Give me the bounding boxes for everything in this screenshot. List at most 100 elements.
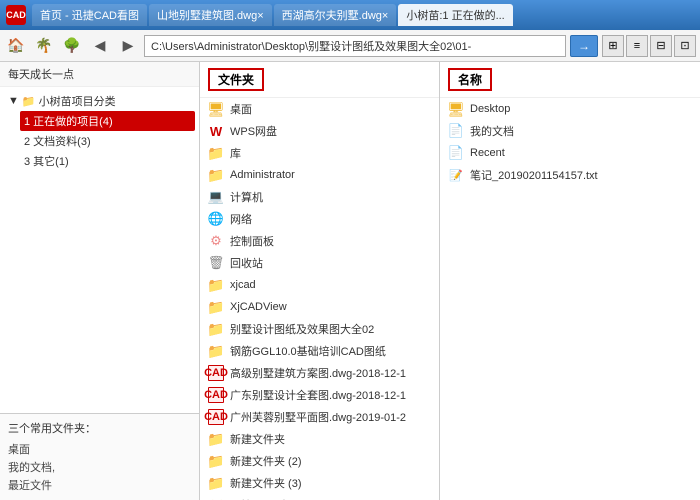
file-item-2[interactable]: 📁 库 — [200, 142, 439, 164]
file-item-12-label: 高级别墅建筑方案图.dwg-2018-12-1 — [230, 365, 406, 381]
tab-dwg2[interactable]: 西湖高尔夫别墅.dwg× — [274, 4, 397, 26]
name-item-3-label: 笔记_20190201154157.txt — [470, 167, 598, 183]
folder-icon: 🖥 — [208, 101, 224, 117]
tree-item-0[interactable]: 1 正在做的项目(4) — [20, 111, 195, 131]
cad-icon-13: CAD — [208, 387, 224, 403]
tree-root: ▼ 📁 小树苗项目分类 1 正在做的项目(4) 2 文档资料(3) 3 其它(1… — [4, 91, 195, 171]
file-item-10[interactable]: 📁 别墅设计图纸及效果图大全02 — [200, 318, 439, 340]
folder-icon-15: 📁 — [208, 431, 224, 447]
toolbar-icon-btn-1[interactable]: 🏠 — [4, 34, 28, 58]
tree-area: ▼ 📁 小树苗项目分类 1 正在做的项目(4) 2 文档资料(3) 3 其它(1… — [0, 87, 199, 413]
view-btn-1[interactable]: ⊞ — [602, 35, 624, 57]
cad-icon-14: CAD — [208, 409, 224, 425]
name-item-2[interactable]: 📄 Recent — [440, 142, 700, 164]
computer-icon: 💻 — [208, 189, 224, 205]
tree-item-2-label: 3 其它(1) — [24, 156, 69, 168]
wps-icon: W — [208, 123, 224, 139]
file-item-0-label: 桌面 — [230, 101, 252, 117]
tab-current[interactable]: 小树苗:1 正在做的... — [398, 4, 512, 26]
tab-home-label: 首页 - 迅捷CAD看图 — [40, 7, 139, 23]
tab-list: 首页 - 迅捷CAD看图 山地别墅建筑图.dwg× 西湖高尔夫别墅.dwg× 小… — [32, 4, 694, 26]
address-bar[interactable]: C:\Users\Administrator\Desktop\别墅设计图纸及效果… — [144, 35, 566, 57]
tab-home[interactable]: 首页 - 迅捷CAD看图 — [32, 4, 147, 26]
file-item-14-label: 广州芙蓉别墅平面图.dwg-2019-01-2 — [230, 409, 406, 425]
file-item-4-label: 计算机 — [230, 189, 263, 205]
sidebar-bottom-item-2[interactable]: 最近文件 — [8, 476, 191, 494]
view-btn-3[interactable]: ⊟ — [650, 35, 672, 57]
file-item-17[interactable]: 📁 新建文件夹 (3) — [200, 472, 439, 494]
file-item-3-label: Administrator — [230, 169, 295, 181]
go-button[interactable]: → — [570, 35, 598, 57]
file-item-3[interactable]: 📁 Administrator — [200, 164, 439, 186]
name-item-3[interactable]: 📝 笔记_20190201154157.txt — [440, 164, 700, 186]
tree-item-1[interactable]: 2 文档资料(3) — [20, 131, 195, 151]
sidebar-bottom-title: 三个常用文件夹： — [8, 420, 191, 436]
left-sidebar: 每天成长一点 ▼ 📁 小树苗项目分类 1 正在做的项目(4) 2 文档资料(3) — [0, 62, 200, 500]
file-panel-header-row: 文件夹 — [200, 62, 439, 98]
file-item-18[interactable]: 📁 迅捷CAD看图 — [200, 494, 439, 500]
app-logo: CAD — [6, 5, 26, 25]
file-item-12[interactable]: CAD 高级别墅建筑方案图.dwg-2018-12-1 — [200, 362, 439, 384]
tree-item-1-label: 2 文档资料(3) — [24, 136, 91, 148]
back-icon: ◀ — [95, 37, 106, 54]
back-btn[interactable]: ◀ — [88, 34, 112, 58]
palm-icon: 🌳 — [63, 37, 80, 54]
tree-folder-icon: 📁 — [22, 95, 36, 108]
folder-icon-11: 📁 — [208, 343, 224, 359]
folder-icon-3: 📁 — [208, 167, 224, 183]
file-item-13-label: 广东别墅设计全套图.dwg-2018-12-1 — [230, 387, 406, 403]
folder-icon-9: 📁 — [208, 299, 224, 315]
file-item-2-label: 库 — [230, 145, 241, 161]
home-icon: 🏠 — [7, 37, 24, 54]
file-item-4[interactable]: 💻 计算机 — [200, 186, 439, 208]
recycle-icon: 🗑 — [208, 255, 224, 271]
sidebar-bottom-item-0[interactable]: 桌面 — [8, 440, 191, 458]
network-icon: 🌐 — [208, 211, 224, 227]
name-item-1[interactable]: 📄 我的文档 — [440, 120, 700, 142]
forward-btn[interactable]: ▶ — [116, 34, 140, 58]
name-panel-header-row: 名称 — [440, 62, 700, 98]
tab-dwg2-label: 西湖高尔夫别墅.dwg× — [282, 7, 389, 23]
file-item-16[interactable]: 📁 新建文件夹 (2) — [200, 450, 439, 472]
name-doc-icon-2: 📄 — [448, 145, 464, 161]
file-item-15[interactable]: 📁 新建文件夹 — [200, 428, 439, 450]
file-item-1[interactable]: W WPS网盘 — [200, 120, 439, 142]
address-text: C:\Users\Administrator\Desktop\别墅设计图纸及效果… — [151, 38, 471, 54]
file-item-5[interactable]: 🌐 网络 — [200, 208, 439, 230]
name-item-0[interactable]: 🖥 Desktop — [440, 98, 700, 120]
tab-current-label: 小树苗:1 正在做的... — [406, 7, 504, 23]
name-txt-icon-3: 📝 — [448, 167, 464, 183]
go-icon: → — [578, 39, 590, 53]
tree-icon: 🌴 — [35, 37, 52, 54]
folder-icon-10: 📁 — [208, 321, 224, 337]
file-item-15-label: 新建文件夹 — [230, 431, 285, 447]
file-item-6[interactable]: ⚙ 控制面板 — [200, 230, 439, 252]
view-btn-4[interactable]: ⊡ — [674, 35, 696, 57]
name-doc-icon-1: 📄 — [448, 123, 464, 139]
file-item-9-label: XjCADView — [230, 301, 287, 313]
file-item-0[interactable]: 🖥 桌面 — [200, 98, 439, 120]
file-item-14[interactable]: CAD 广州芙蓉别墅平面图.dwg-2019-01-2 — [200, 406, 439, 428]
view-buttons: ⊞ ≡ ⊟ ⊡ — [602, 35, 696, 57]
file-item-16-label: 新建文件夹 (2) — [230, 453, 302, 469]
tree-item-2[interactable]: 3 其它(1) — [20, 151, 195, 171]
toolbar: 🏠 🌴 🌳 ◀ ▶ C:\Users\Administrator\Desktop… — [0, 30, 700, 62]
file-item-7[interactable]: 🗑 回收站 — [200, 252, 439, 274]
folder-icon-16: 📁 — [208, 453, 224, 469]
file-item-9[interactable]: 📁 XjCADView — [200, 296, 439, 318]
file-item-8[interactable]: 📁 xjcad — [200, 274, 439, 296]
tree-root-label[interactable]: ▼ 📁 小树苗项目分类 — [4, 91, 195, 111]
tab-dwg1[interactable]: 山地别墅建筑图.dwg× — [149, 4, 272, 26]
file-item-11[interactable]: 📁 钢筋GGL10.0基础培训CAD图纸 — [200, 340, 439, 362]
file-item-11-label: 钢筋GGL10.0基础培训CAD图纸 — [230, 343, 386, 359]
toolbar-icon-btn-3[interactable]: 🌳 — [60, 34, 84, 58]
folder-icon-8: 📁 — [208, 277, 224, 293]
file-item-13[interactable]: CAD 广东别墅设计全套图.dwg-2018-12-1 — [200, 384, 439, 406]
sidebar-bottom-item-1[interactable]: 我的文档, — [8, 458, 191, 476]
sidebar-bottom: 三个常用文件夹： 桌面 我的文档, 最近文件 — [0, 413, 199, 500]
folder-icon-17: 📁 — [208, 475, 224, 491]
forward-icon: ▶ — [123, 37, 134, 54]
toolbar-icon-btn-2[interactable]: 🌴 — [32, 34, 56, 58]
view-btn-2[interactable]: ≡ — [626, 35, 648, 57]
file-item-8-label: xjcad — [230, 279, 256, 291]
